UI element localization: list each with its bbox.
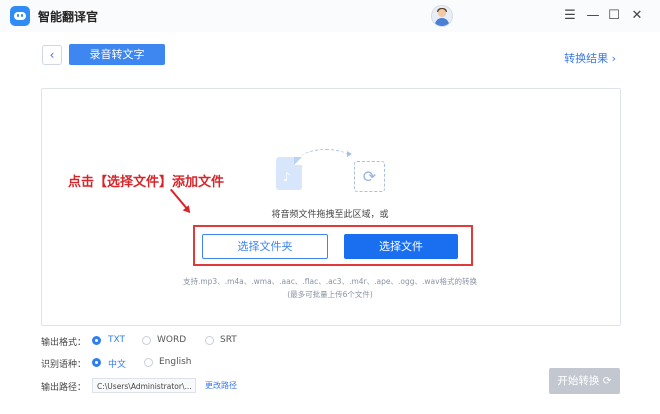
title-bar: 智能翻译官 ☰ — ☐ ✕ [0,0,660,32]
maximize-button[interactable]: ☐ [606,8,622,24]
conversion-result-link[interactable]: 转换结果 › [564,50,616,66]
output-path-label: 输出路径： [41,383,87,393]
radio-word-label[interactable]: WORD [157,335,186,345]
drop-hint: 将音频文件拖拽至此区域，或 [271,210,389,220]
start-convert-button[interactable]: 开始转换 ⟳ [549,368,620,394]
close-button[interactable]: ✕ [629,8,645,24]
convert-target-icon: ⟳ [354,161,385,192]
radio-word[interactable] [142,336,151,345]
radio-srt-label[interactable]: SRT [220,335,237,345]
arrow-icon [347,151,352,157]
radio-txt-label[interactable]: TXT [108,335,125,345]
select-file-button[interactable]: 选择文件 [344,234,458,259]
supported-formats: 支持.mp3、.m4a、.wma、.aac、.flac、.ac3、.m4r、.a… [182,277,478,286]
app-title: 智能翻译官 [38,10,99,24]
app-logo-icon [10,6,30,26]
change-path-link[interactable]: 更改路径 [205,380,237,391]
audio-file-icon: ♪ [276,157,302,190]
back-button[interactable]: ‹ [42,45,62,65]
radio-english-label[interactable]: English [159,357,192,367]
output-format-label: 输出格式： [41,338,87,348]
annotation-text: 点击【选择文件】添加文件 [68,175,225,190]
max-files-note: (最多可批量上传6个文件) [287,290,373,299]
radio-chinese-label[interactable]: 中文 [108,357,126,370]
transfer-arc [300,149,352,170]
menu-icon[interactable]: ☰ [562,8,578,24]
radio-english[interactable] [144,358,153,367]
radio-chinese[interactable] [92,358,101,367]
page-title: 录音转文字 [69,44,165,65]
user-avatar[interactable] [431,5,453,27]
radio-srt[interactable] [205,336,214,345]
radio-txt[interactable] [92,336,101,345]
select-folder-button[interactable]: 选择文件夹 [202,234,328,259]
minimize-button[interactable]: — [585,8,601,24]
page-header: ‹ 录音转文字 转换结果 › [0,32,660,82]
output-path-field[interactable]: C:\Users\Administrator\... [92,378,196,393]
language-label: 识别语种： [41,360,87,370]
